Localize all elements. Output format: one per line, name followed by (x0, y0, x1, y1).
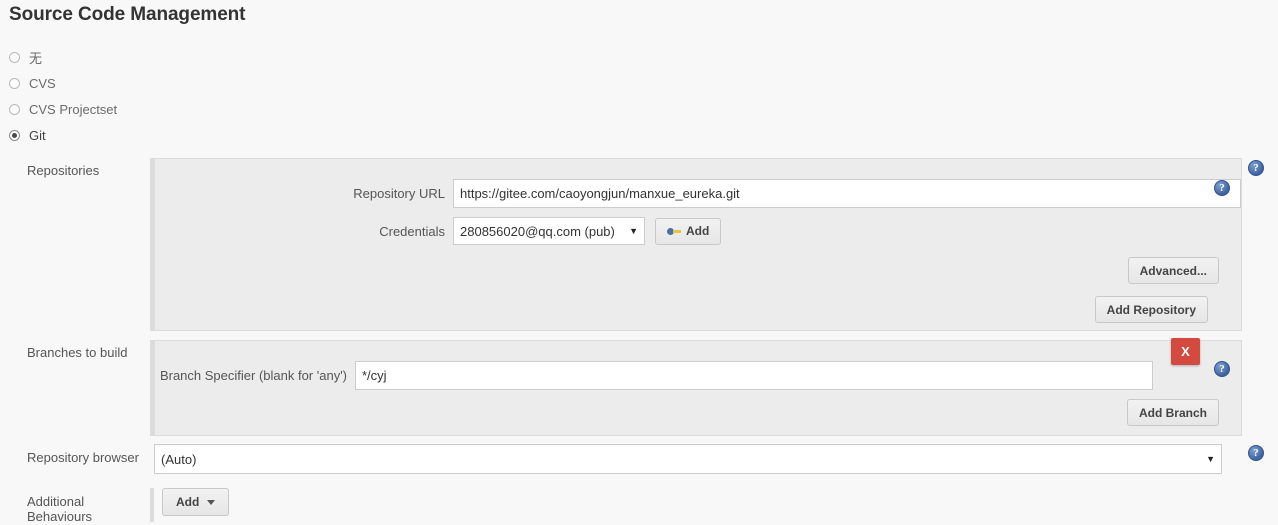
advanced-button[interactable]: Advanced... (1127, 257, 1219, 284)
add-credentials-button[interactable]: Add (655, 217, 722, 245)
scm-radio-label: CVS (29, 75, 56, 91)
scm-radio-label: CVS Projectset (29, 101, 118, 117)
add-behaviour-button-label: Add (176, 495, 200, 509)
radio-unchecked-icon[interactable] (9, 77, 20, 89)
credentials-select[interactable]: 280856020@qq.com (pub) ▼ (453, 217, 645, 245)
repository-browser-section: Repository browser (Auto) ▼ (0, 444, 1242, 474)
repository-browser-selected-value: (Auto) (161, 451, 197, 467)
chevron-down-icon: ▼ (629, 226, 638, 236)
radio-unchecked-icon[interactable] (9, 51, 20, 63)
repository-browser-label: Repository browser (27, 450, 139, 465)
repository-browser-help-icon[interactable]: ? (1248, 445, 1264, 461)
branch-specifier-row: Branch Specifier (blank for 'any') (155, 361, 1241, 390)
branch-block: Branch Specifier (blank for 'any') Add B… (154, 340, 1242, 436)
repository-url-input[interactable] (453, 179, 1241, 208)
branch-specifier-input[interactable] (355, 361, 1153, 390)
branch-specifier-help-icon[interactable]: ? (1214, 361, 1230, 377)
add-repository-button[interactable]: Add Repository (1094, 296, 1208, 323)
credentials-row: Credentials 280856020@qq.com (pub) ▼ Add (155, 217, 1241, 245)
branch-specifier-label: Branch Specifier (blank for 'any') (159, 368, 347, 383)
repository-block: Repository URL Credentials 280856020@qq.… (154, 158, 1242, 331)
chevron-down-icon (207, 499, 216, 505)
credentials-selected-value: 280856020@qq.com (pub) (460, 223, 615, 239)
add-branch-button-label: Add Branch (1138, 405, 1207, 420)
additional-behaviours-section: Additional Behaviours Add (0, 488, 1242, 524)
repository-url-label: Repository URL (353, 186, 445, 201)
scm-radio-option-none[interactable]: 无 (9, 44, 409, 70)
add-behaviour-button[interactable]: Add (162, 488, 230, 516)
scm-radio-option-cvs-projectset[interactable]: CVS Projectset (9, 96, 409, 122)
radio-checked-icon[interactable] (9, 129, 20, 141)
section-divider (150, 488, 154, 522)
scm-config-page: Source Code Management 无 CVS CVS Project… (0, 0, 1278, 525)
repositories-section: Repositories Repository URL Credentials … (0, 158, 1242, 331)
scm-radio-option-git[interactable]: Git (9, 122, 409, 148)
add-credentials-label: Add (686, 224, 710, 238)
repositories-label: Repositories (27, 163, 100, 178)
chevron-down-icon: ▼ (1206, 454, 1215, 464)
delete-branch-button[interactable]: X (1171, 338, 1200, 365)
branches-section: Branches to build Branch Specifier (blan… (0, 340, 1242, 436)
additional-behaviours-label: Additional Behaviours (27, 494, 93, 524)
scm-radio-label: 无 (29, 50, 43, 66)
close-icon: X (1181, 344, 1190, 359)
repository-url-row: Repository URL (155, 179, 1241, 208)
scm-radio-label: Git (29, 127, 46, 143)
branches-label: Branches to build (27, 345, 128, 360)
repository-url-help-icon[interactable]: ? (1214, 180, 1230, 196)
credentials-label: Credentials (379, 223, 445, 239)
scm-radio-option-cvs[interactable]: CVS (9, 70, 409, 96)
radio-unchecked-icon[interactable] (9, 103, 20, 115)
add-repository-button-label: Add Repository (1106, 302, 1196, 317)
repositories-help-icon[interactable]: ? (1248, 160, 1264, 176)
page-title: Source Code Management (9, 4, 246, 25)
key-icon (667, 226, 681, 236)
advanced-button-label: Advanced... (1139, 263, 1207, 278)
scm-radio-group: 无 CVS CVS Projectset Git (9, 44, 409, 148)
add-branch-button[interactable]: Add Branch (1126, 399, 1219, 426)
repository-browser-select[interactable]: (Auto) ▼ (154, 444, 1222, 474)
